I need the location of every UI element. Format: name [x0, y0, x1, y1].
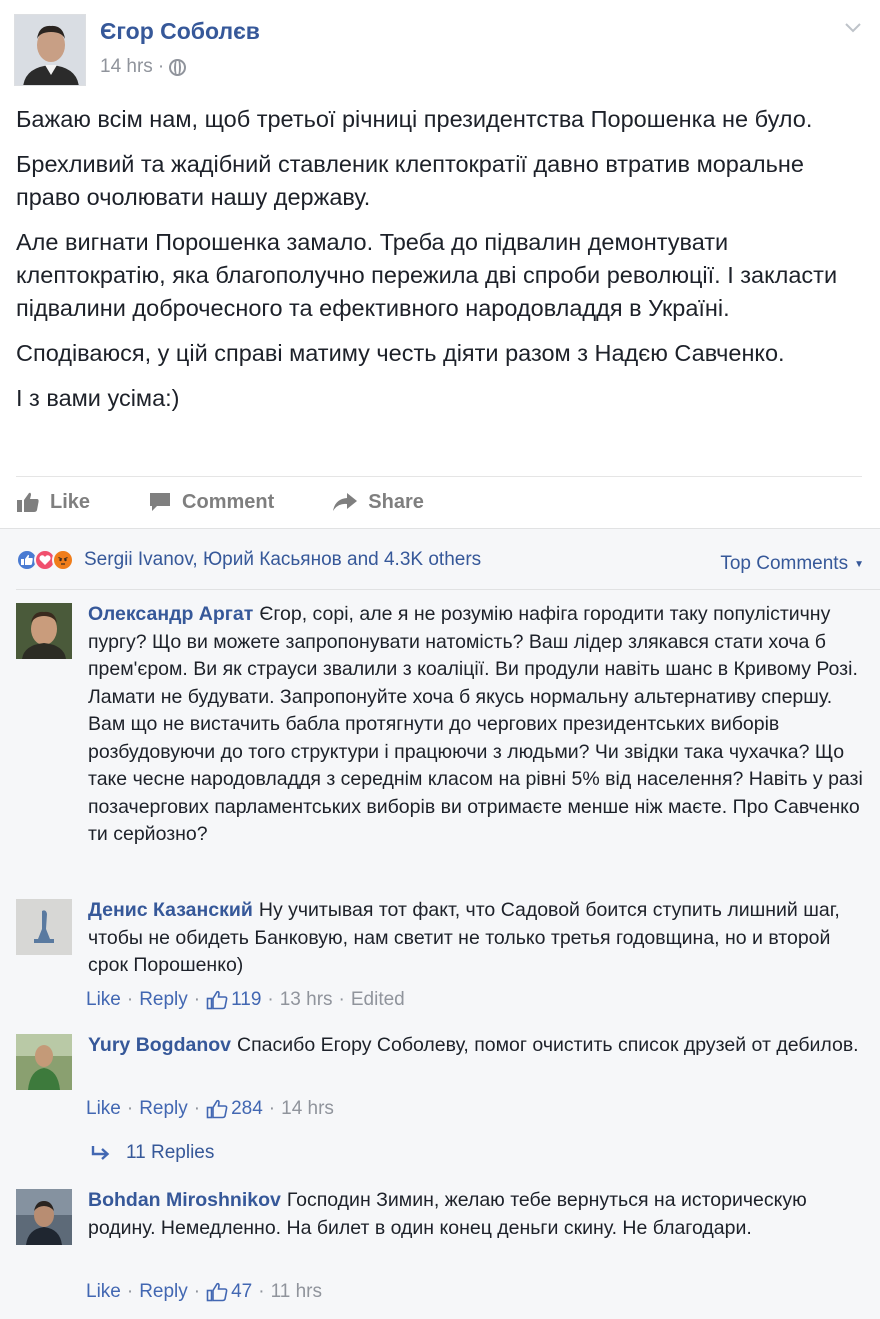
post-actions: Like Comment Share	[16, 484, 482, 520]
comment-text: Bohdan Miroshnikov Господин Зимин, желаю …	[88, 1187, 868, 1242]
like-button[interactable]: Like	[16, 491, 90, 514]
meta-separator: ·	[126, 989, 134, 1010]
comment-like-count[interactable]: 284	[206, 1098, 263, 1120]
post-body: Бажаю всім нам, щоб третьої річниці през…	[16, 103, 868, 427]
comment-like-count[interactable]: 47	[206, 1281, 252, 1303]
comment-sort-dropdown[interactable]: Top Comments ▼	[720, 553, 864, 575]
comment-text: Yury Bogdanov Спасибо Егору Соболеву, пом…	[88, 1032, 868, 1060]
meta-separator: ·	[338, 989, 345, 1010]
post-paragraph: Брехливий та жадібний ставленик клептокр…	[16, 151, 804, 210]
reply-arrow-icon	[91, 1146, 110, 1160]
meta-separator: ·	[193, 1098, 201, 1119]
commenter-avatar[interactable]	[16, 1034, 72, 1090]
comment-like-link[interactable]: Like	[86, 1098, 121, 1120]
comment-like-link[interactable]: Like	[86, 1281, 121, 1303]
meta-separator: ·	[126, 1281, 134, 1302]
meta-separator: ·	[193, 989, 201, 1010]
comment-icon	[150, 493, 171, 511]
post-paragraph: Бажаю всім нам, щоб третьої річниці през…	[16, 106, 813, 132]
comment-body: Єгор, сорі, але я не розумію нафіга горо…	[88, 603, 863, 845]
post-time[interactable]: 14 hrs	[100, 56, 153, 78]
comment-reply-link[interactable]: Reply	[139, 1098, 188, 1120]
comment-like-count[interactable]: 119	[206, 989, 261, 1011]
comment-author[interactable]: Bohdan Miroshnikov	[88, 1189, 281, 1211]
post-paragraph: Але вигнати Порошенка замало. Треба до п…	[16, 229, 838, 321]
comment-text: Денис Казанский Ну учитывая тот факт, что…	[88, 897, 868, 980]
globe-icon	[169, 58, 187, 76]
commenter-avatar[interactable]	[16, 899, 72, 955]
sort-label: Top Comments	[720, 553, 849, 574]
meta-separator: ·	[126, 1098, 134, 1119]
comments-section: Sergii Ivanov, Юрий Касьянов and 4.3K ot…	[0, 528, 880, 1319]
comment-meta: Like · Reply · 119 · 13 hrs · Edited	[86, 989, 405, 1011]
like-count: 284	[231, 1098, 263, 1119]
divider	[16, 589, 880, 590]
meta-separator: ·	[157, 56, 165, 77]
reaction-icons	[16, 549, 74, 571]
post-card: Єгор Соболєв 14 hrs · Бажаю всім нам, що…	[0, 0, 880, 528]
post-meta: 14 hrs ·	[100, 56, 187, 78]
like-count: 119	[231, 989, 262, 1010]
view-replies-link[interactable]: 11 Replies	[90, 1142, 214, 1164]
thumbs-up-outline-icon	[206, 1099, 228, 1119]
reactions-row[interactable]: Sergii Ivanov, Юрий Касьянов and 4.3K ot…	[16, 549, 481, 571]
commenter-avatar[interactable]	[16, 603, 72, 659]
thumbs-up-icon	[17, 492, 39, 512]
share-button[interactable]: Share	[332, 491, 424, 514]
share-label: Share	[368, 490, 424, 513]
meta-separator: ·	[193, 1281, 201, 1302]
comment-time[interactable]: 13 hrs	[280, 989, 333, 1011]
comment-author[interactable]: Yury Bogdanov	[88, 1034, 231, 1056]
comment-reply-link[interactable]: Reply	[139, 989, 188, 1011]
meta-separator: ·	[267, 989, 274, 1010]
post-paragraph: Сподіваюся, у цій справі матиму честь ді…	[16, 340, 785, 366]
comment-author[interactable]: Олександр Аргат	[88, 603, 253, 625]
thumbs-up-outline-icon	[206, 990, 228, 1010]
comment-meta: Like · Reply · 284 · 14 hrs	[86, 1098, 334, 1120]
comment-meta: Like · Reply · 47 · 11 hrs	[86, 1281, 322, 1303]
comment-button[interactable]: Comment	[148, 491, 274, 514]
caret-down-icon: ▼	[854, 558, 864, 570]
comment-author[interactable]: Денис Казанский	[88, 899, 253, 921]
comment-text: Олександр Аргат Єгор, сорі, але я не розу…	[88, 601, 868, 849]
replies-count: 11 Replies	[126, 1142, 215, 1163]
like-label: Like	[50, 490, 91, 513]
angry-reaction-icon	[52, 549, 74, 571]
comment-label: Comment	[182, 490, 275, 513]
meta-separator: ·	[258, 1281, 265, 1302]
comment-like-link[interactable]: Like	[86, 989, 121, 1011]
comment-body: Спасибо Егору Соболеву, помог очистить с…	[237, 1034, 859, 1056]
chevron-down-icon[interactable]	[842, 16, 864, 38]
thumbs-up-outline-icon	[206, 1282, 228, 1302]
divider	[16, 476, 862, 477]
meta-separator: ·	[268, 1098, 276, 1119]
share-icon	[333, 493, 358, 511]
post-author-name[interactable]: Єгор Соболєв	[100, 18, 260, 45]
author-avatar[interactable]	[14, 14, 86, 86]
edited-label[interactable]: Edited	[351, 989, 405, 1011]
comment-time[interactable]: 14 hrs	[281, 1098, 334, 1120]
comment-time[interactable]: 11 hrs	[271, 1281, 322, 1303]
reactions-summary[interactable]: Sergii Ivanov, Юрий Касьянов and 4.3K ot…	[84, 549, 481, 571]
commenter-avatar[interactable]	[16, 1189, 72, 1245]
like-count: 47	[231, 1281, 253, 1302]
comment-reply-link[interactable]: Reply	[139, 1281, 188, 1303]
post-paragraph: І з вами усіма:)	[16, 385, 180, 411]
